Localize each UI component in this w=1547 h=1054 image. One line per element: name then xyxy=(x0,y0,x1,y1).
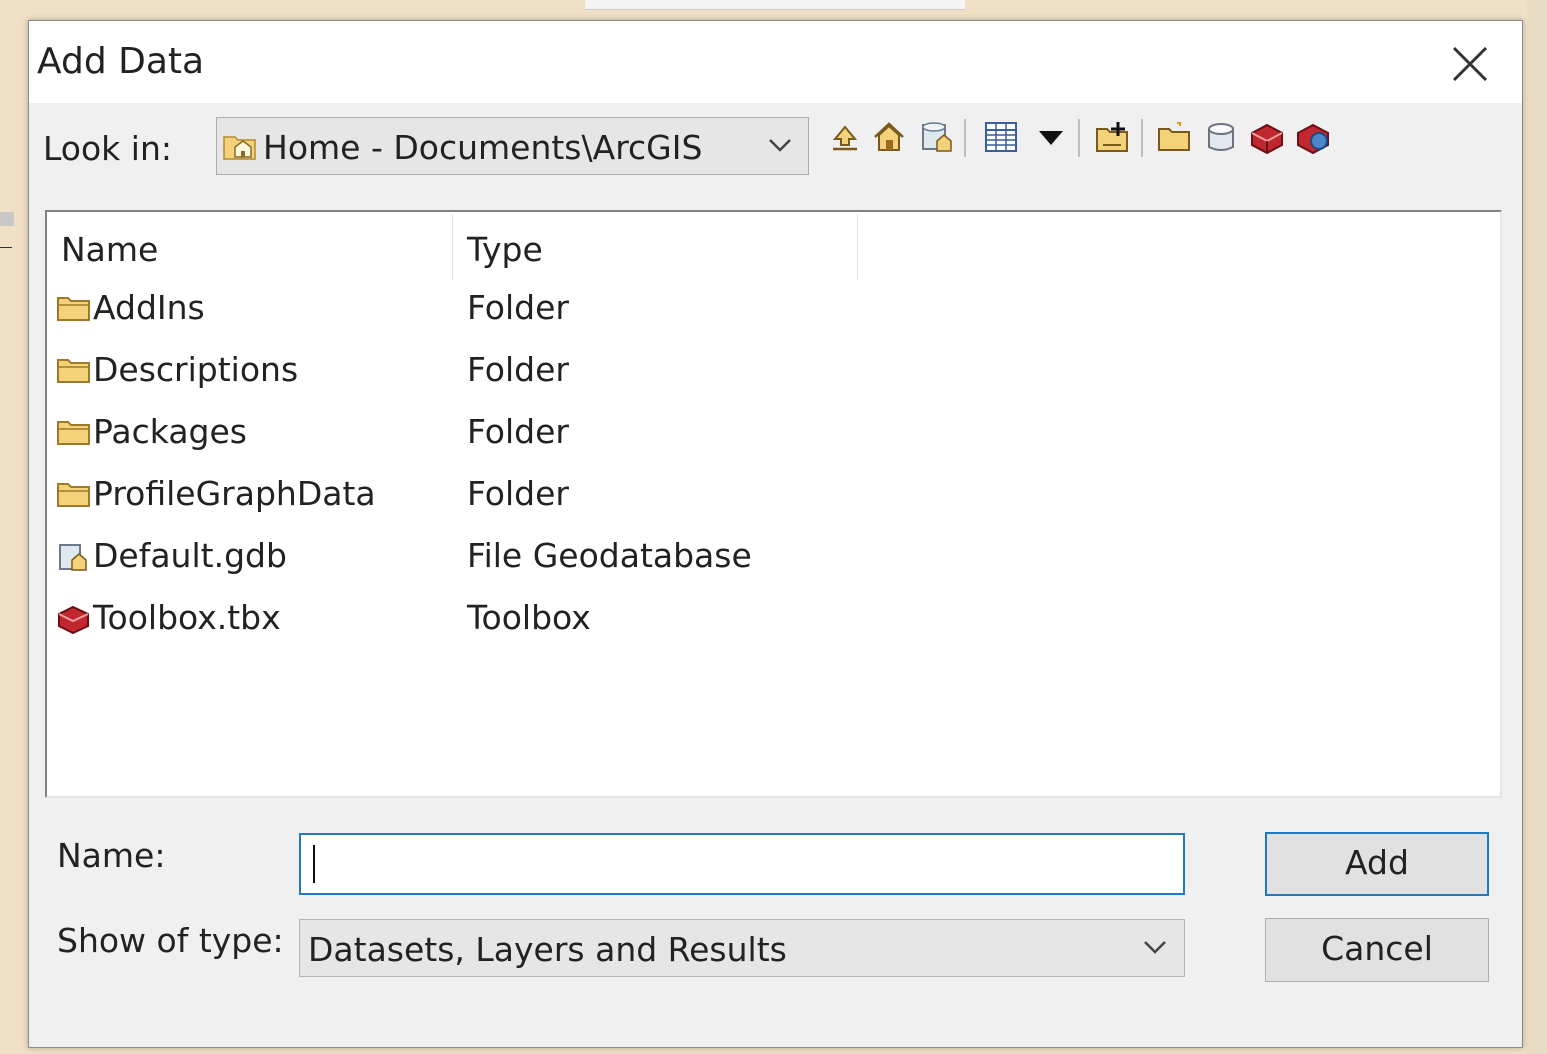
add-button[interactable]: Add xyxy=(1265,832,1489,896)
item-name: Packages xyxy=(93,412,247,451)
background-tab xyxy=(0,212,14,226)
default-geodatabase-icon[interactable] xyxy=(919,119,955,155)
list-item[interactable]: AddIns Folder xyxy=(57,284,1157,338)
list-item[interactable]: Toolbox.tbx Toolbox xyxy=(57,594,1157,648)
title-bar: Add Data xyxy=(29,21,1522,103)
item-name: AddIns xyxy=(93,288,205,327)
column-header-type[interactable]: Type xyxy=(467,230,543,269)
list-item[interactable]: Packages Folder xyxy=(57,408,1157,462)
column-divider[interactable] xyxy=(452,214,453,280)
new-database-icon[interactable] xyxy=(1203,119,1239,155)
close-icon[interactable] xyxy=(1445,39,1495,89)
folder-icon xyxy=(57,294,91,322)
folder-icon xyxy=(57,356,91,384)
toolbar-separator xyxy=(1141,119,1143,157)
item-name: Toolbox.tbx xyxy=(93,598,281,637)
name-input[interactable] xyxy=(299,833,1185,895)
folder-icon xyxy=(57,418,91,446)
item-type: Folder xyxy=(467,288,569,327)
toolbox-icon xyxy=(57,604,91,635)
item-type: Folder xyxy=(467,412,569,451)
list-item[interactable]: Descriptions Folder xyxy=(57,346,1157,400)
look-in-combo[interactable]: Home - Documents\ArcGIS xyxy=(216,117,809,175)
name-label: Name: xyxy=(57,836,166,875)
item-type: Folder xyxy=(467,350,569,389)
cancel-button[interactable]: Cancel xyxy=(1265,918,1489,982)
look-in-value: Home - Documents\ArcGIS xyxy=(263,128,703,167)
up-one-level-icon[interactable] xyxy=(827,119,863,155)
connect-to-folder-icon[interactable] xyxy=(1095,119,1131,155)
new-folder-icon[interactable] xyxy=(1157,119,1193,155)
item-type: Toolbox xyxy=(467,598,591,637)
new-toolbox-icon[interactable] xyxy=(1249,119,1285,155)
toolbar-separator xyxy=(1078,119,1080,157)
new-layer-icon[interactable] xyxy=(1295,119,1331,155)
list-item[interactable]: ProfileGraphData Folder xyxy=(57,470,1157,524)
toolbar-separator xyxy=(964,119,966,157)
chevron-down-icon xyxy=(767,136,793,158)
background-line xyxy=(0,247,12,248)
home-icon[interactable] xyxy=(871,119,907,155)
file-list[interactable]: Name Type AddIns Folder Descriptions Fol… xyxy=(45,210,1502,798)
item-name: Default.gdb xyxy=(93,536,287,575)
chevron-down-icon xyxy=(1142,938,1168,960)
background-window-strip xyxy=(585,0,965,10)
item-name: Descriptions xyxy=(93,350,299,389)
list-item[interactable]: Default.gdb File Geodatabase xyxy=(57,532,1157,586)
text-caret xyxy=(313,845,315,883)
background-edge xyxy=(1527,0,1547,1054)
dialog-title: Add Data xyxy=(37,41,205,82)
column-divider[interactable] xyxy=(857,214,858,280)
show-of-type-value: Datasets, Layers and Results xyxy=(308,930,787,969)
view-options-dropdown-icon[interactable] xyxy=(1033,119,1069,155)
add-data-dialog: Add Data Look in: Home - Documents\ArcGI… xyxy=(28,20,1523,1048)
look-in-label: Look in: xyxy=(43,129,172,168)
geodatabase-icon xyxy=(57,542,91,571)
item-type: Folder xyxy=(467,474,569,513)
show-of-type-label: Show of type: xyxy=(57,921,284,960)
show-of-type-combo[interactable]: Datasets, Layers and Results xyxy=(299,919,1185,977)
home-folder-icon xyxy=(223,131,257,165)
item-type: File Geodatabase xyxy=(467,536,752,575)
list-view-icon[interactable] xyxy=(983,119,1019,155)
column-header-name[interactable]: Name xyxy=(61,230,158,269)
folder-icon xyxy=(57,480,91,508)
item-name: ProfileGraphData xyxy=(93,474,376,513)
